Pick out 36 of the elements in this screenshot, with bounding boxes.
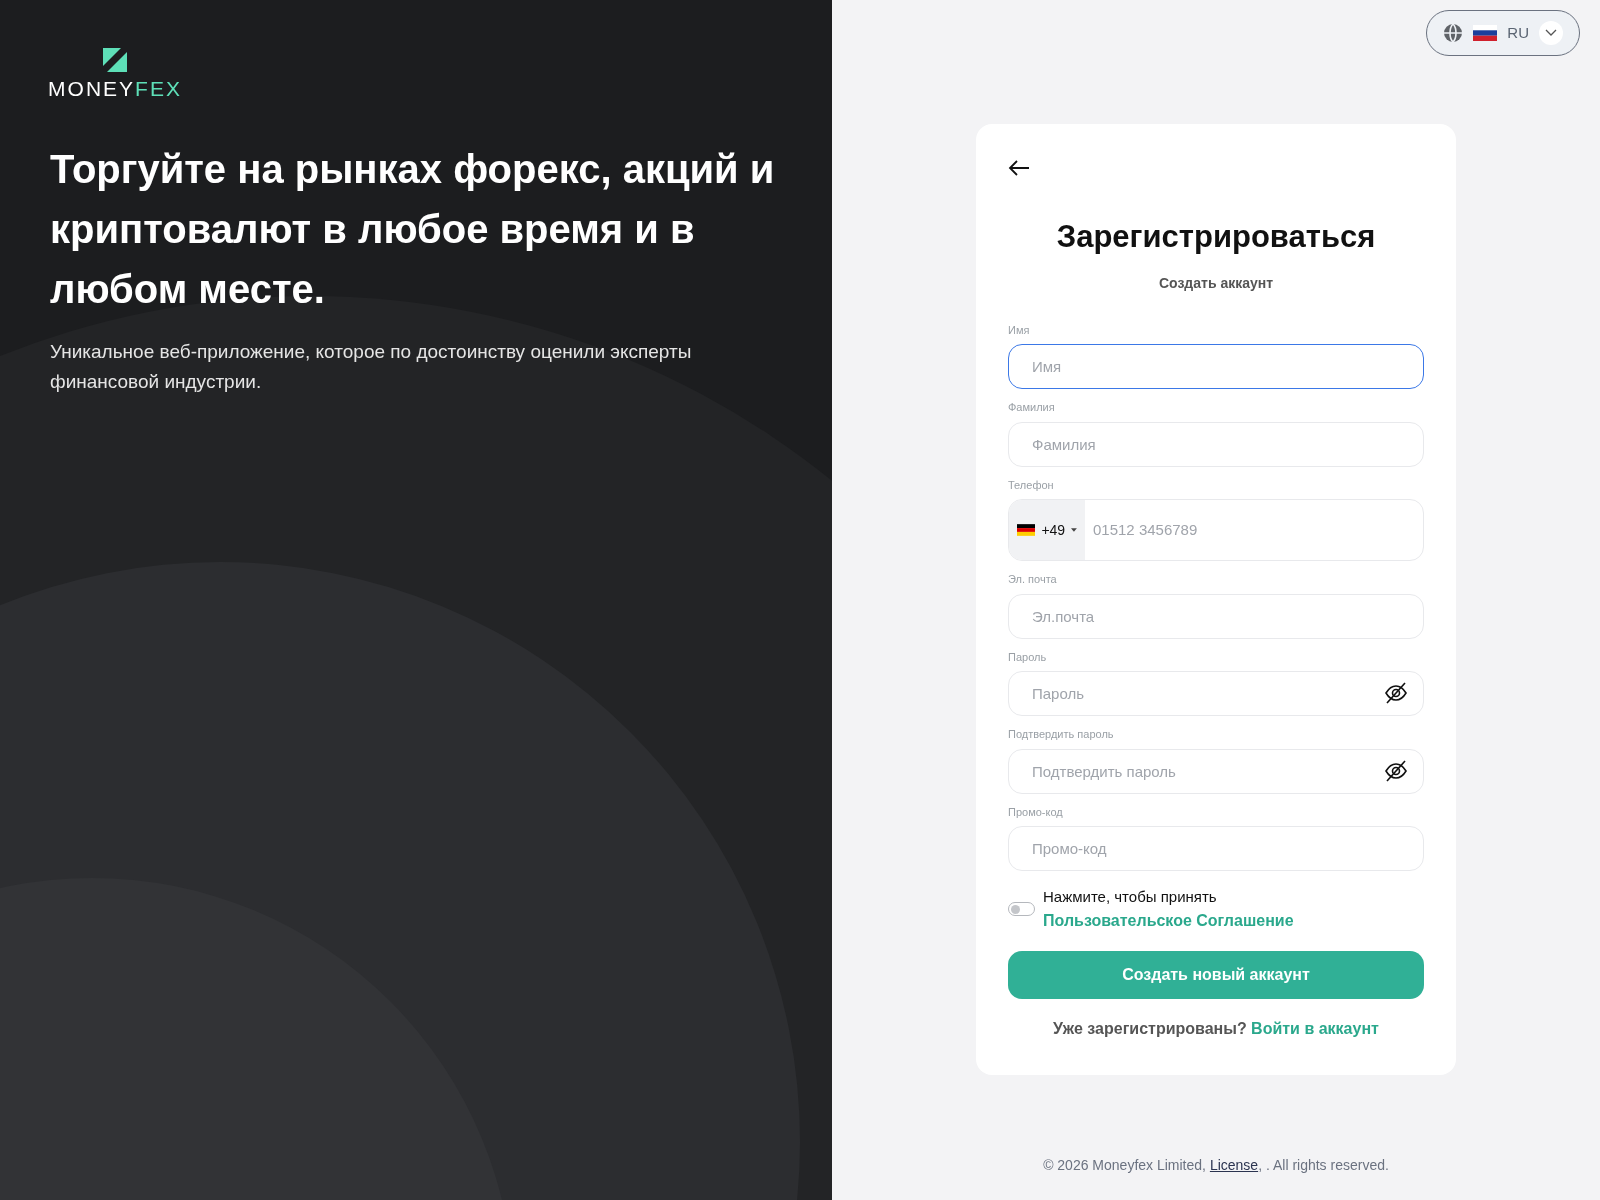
country-code-selector[interactable]: +49: [1009, 500, 1085, 560]
phone-field[interactable]: +49 01512 3456789: [1008, 499, 1424, 561]
phone-number-input[interactable]: 01512 3456789: [1085, 500, 1423, 560]
password-field[interactable]: Пароль: [1008, 671, 1424, 716]
input-field[interactable]: Имя: [1008, 344, 1424, 389]
flag-icon: [1017, 523, 1036, 537]
form-subtitle: Создать аккаунт: [1157, 273, 1275, 293]
globe-icon: [1443, 23, 1464, 43]
field-label: Подтвердить пароль: [1008, 727, 1115, 742]
field-label: Эл. почта: [1008, 572, 1058, 587]
copyright-text: © 2026 Moneyfex Limited, License, . All rights reserved.: [1042, 1156, 1390, 1175]
chevron-icon: [1539, 21, 1563, 45]
login-prompt: Уже зарегистрированы? Войти в аккаунт: [1052, 1019, 1380, 1039]
logo-wordmark: MONEYFEX: [48, 78, 182, 99]
field-label: Телефон: [1008, 477, 1055, 493]
login-link[interactable]: Войти в аккаунт: [1251, 1020, 1379, 1037]
form-title: Зарегистрироваться: [1055, 218, 1377, 256]
logo-icon: [103, 48, 127, 72]
description: Уникальное веб-приложение, которое по достоинству оценили эксперты финансовой индустрии.: [50, 340, 693, 394]
field-label: Имя: [1008, 322, 1031, 338]
agreement-text: Нажмите, чтобы принять Пользовательское Соглашение: [1043, 887, 1295, 931]
caret-icon: [1071, 528, 1077, 532]
field-label: Пароль: [1008, 649, 1048, 665]
headline: Торгуйте на рынках форекс, акций и криптовалют в любое время и в любом месте.: [50, 146, 776, 313]
field-label: Промо-код: [1008, 804, 1064, 820]
country-code: +49: [1041, 520, 1066, 540]
flag-icon: [1473, 25, 1498, 41]
language-selector[interactable]: RU: [1426, 10, 1580, 56]
eye-slash-icon[interactable]: [1384, 758, 1408, 783]
field-label: Фамилия: [1008, 400, 1056, 415]
password-field[interactable]: Подтвердить пароль: [1008, 748, 1424, 794]
language-code: RU: [1507, 22, 1529, 43]
user-agreement-link[interactable]: Пользовательское Соглашение: [1043, 912, 1294, 929]
license-link[interactable]: License: [1209, 1157, 1259, 1173]
agreement-toggle[interactable]: [1008, 902, 1035, 916]
eye-slash-icon[interactable]: [1384, 681, 1408, 705]
